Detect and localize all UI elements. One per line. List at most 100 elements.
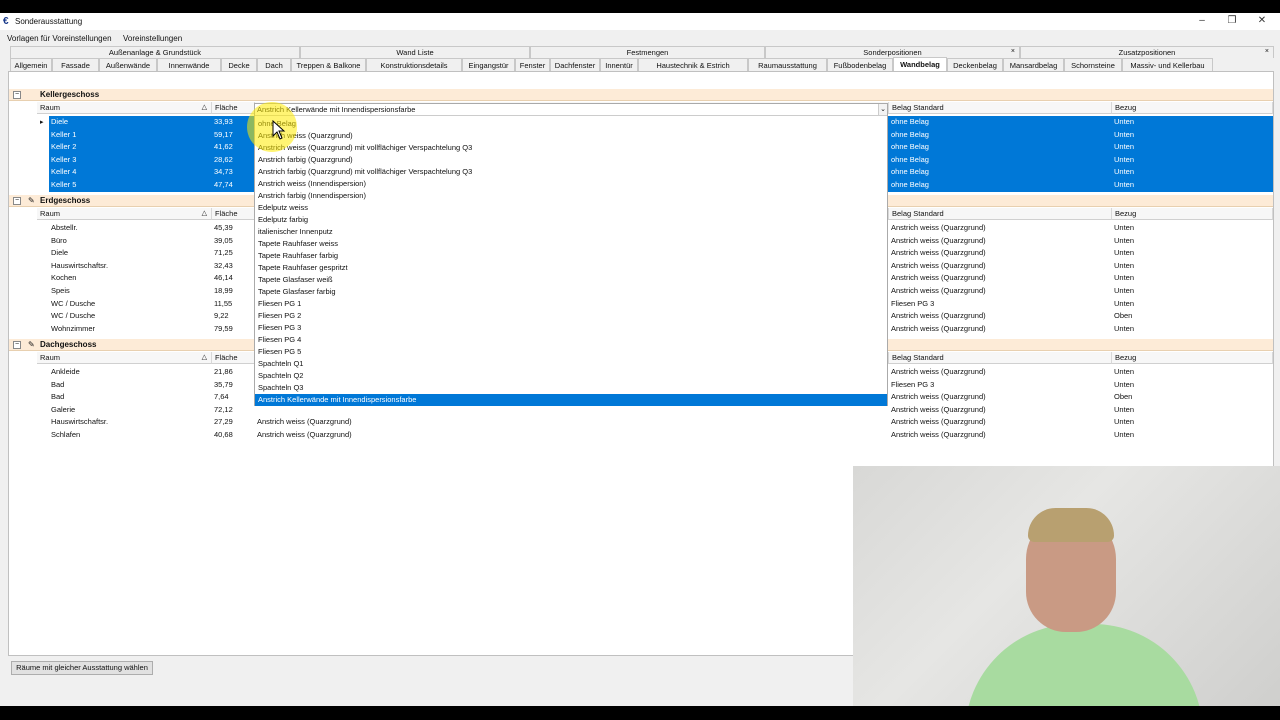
dropdown-option[interactable]: Anstrich weiss (Innendispersion): [255, 178, 887, 190]
cell-standard[interactable]: Anstrich weiss (Quarzgrund): [889, 247, 1112, 260]
cell-bezug[interactable]: Unten: [1112, 416, 1273, 429]
dropdown-option[interactable]: Spachteln Q2: [255, 370, 887, 382]
dropdown-option[interactable]: Anstrich weiss (Quarzgrund): [255, 130, 887, 142]
group-header[interactable]: − Kellergeschoss: [9, 89, 1273, 101]
cell-bezug[interactable]: Unten: [1112, 222, 1273, 235]
cell-flaeche[interactable]: 21,86: [212, 366, 255, 379]
dropdown-option[interactable]: Edelputz weiss: [255, 202, 887, 214]
dropdown-option[interactable]: Anstrich Kellerwände mit Innendispersion…: [255, 394, 887, 406]
select-same-rooms-button[interactable]: Räume mit gleicher Ausstattung wählen: [11, 661, 153, 675]
column-header-flaeche[interactable]: Fläche: [212, 208, 255, 220]
cell-bezug[interactable]: Unten: [1112, 153, 1273, 167]
cell-bezug[interactable]: Unten: [1112, 166, 1273, 179]
dropdown-option[interactable]: Spachteln Q1: [255, 358, 887, 370]
cell-raum[interactable]: Keller 1: [49, 128, 212, 142]
column-header-raum[interactable]: Raum △: [37, 102, 212, 114]
tab-haustechnik-estrich[interactable]: Haustechnik & Estrich: [638, 58, 748, 71]
cell-flaeche[interactable]: 7,64: [212, 391, 255, 404]
column-header-raum[interactable]: Raum △: [37, 208, 212, 220]
cell-bezug[interactable]: Unten: [1112, 179, 1273, 192]
cell-raum[interactable]: Keller 5: [49, 179, 212, 192]
cell-flaeche[interactable]: 40,68: [212, 429, 255, 442]
dropdown-option[interactable]: Tapete Rauhfaser farbig: [255, 250, 887, 262]
tab-wandbelag[interactable]: Wandbelag: [893, 57, 947, 71]
cell-raum[interactable]: Keller 2: [49, 141, 212, 154]
cell-bezug[interactable]: Unten: [1112, 298, 1273, 311]
cell-raum[interactable]: Bad: [49, 391, 212, 404]
dropdown-option[interactable]: Fliesen PG 2: [255, 310, 887, 322]
cell-raum[interactable]: Abstellr.: [49, 222, 212, 235]
cell-bezug[interactable]: Unten: [1112, 235, 1273, 248]
minimize-icon[interactable]: –: [1190, 15, 1214, 28]
cell-bezug[interactable]: Unten: [1112, 272, 1273, 285]
cell-raum[interactable]: Diele: [49, 247, 212, 260]
cell-bezug[interactable]: Unten: [1112, 285, 1273, 298]
tab-konstruktionsdetails[interactable]: Konstruktionsdetails: [366, 58, 462, 71]
cell-standard[interactable]: Anstrich weiss (Quarzgrund): [889, 366, 1112, 379]
column-header-belag-standard[interactable]: Belag Standard: [889, 102, 1112, 114]
cell-raum[interactable]: Diele: [49, 116, 212, 129]
column-header-flaeche[interactable]: Fläche: [212, 102, 255, 114]
cell-standard[interactable]: ohne Belag: [889, 153, 1112, 167]
collapse-icon[interactable]: −: [13, 341, 21, 349]
tab-wand-liste[interactable]: Wand Liste: [300, 46, 530, 58]
cell-raum[interactable]: Wohnzimmer: [49, 323, 212, 336]
cell-standard[interactable]: Anstrich weiss (Quarzgrund): [889, 429, 1112, 442]
dropdown-option[interactable]: Tapete Rauhfaser weiss: [255, 238, 887, 250]
close-icon[interactable]: ✕: [1250, 15, 1274, 28]
menu-voreinstellungen[interactable]: Voreinstellungen: [123, 34, 182, 43]
cell-standard[interactable]: Anstrich weiss (Quarzgrund): [889, 310, 1112, 323]
cell-flaeche[interactable]: 18,99: [212, 285, 255, 298]
cell-raum[interactable]: Keller 4: [49, 166, 212, 179]
tab-innenwände[interactable]: Innenwände: [157, 58, 221, 71]
cell-flaeche[interactable]: 11,55: [212, 298, 255, 311]
cell-flaeche[interactable]: 27,29: [212, 416, 255, 429]
cell-flaeche[interactable]: 47,74: [212, 179, 255, 192]
dropdown-option[interactable]: Tapete Glasfaser farbig: [255, 286, 887, 298]
sort-ascending-icon[interactable]: △: [202, 208, 207, 220]
menu-vorlagen[interactable]: Vorlagen für Voreinstellungen: [7, 34, 112, 43]
cell-standard[interactable]: Anstrich weiss (Quarzgrund): [889, 260, 1112, 273]
close-icon[interactable]: ×: [1265, 46, 1269, 58]
dropdown-option[interactable]: Anstrich farbig (Quarzgrund): [255, 154, 887, 166]
tab-massiv-und-kellerbau[interactable]: Massiv- und Kellerbau: [1122, 58, 1213, 71]
cell-standard[interactable]: ohne Belag: [889, 179, 1112, 192]
column-header-bezug[interactable]: Bezug: [1112, 352, 1273, 364]
cell-raum[interactable]: Büro: [49, 235, 212, 248]
cell-raum[interactable]: Hauswirtschaftsr.: [49, 416, 212, 429]
tab-fassade[interactable]: Fassade: [52, 58, 99, 71]
cell-belag[interactable]: Anstrich weiss (Quarzgrund): [255, 416, 889, 429]
tab-raumausstattung[interactable]: Raumausstattung: [748, 58, 827, 71]
cell-flaeche[interactable]: 72,12: [212, 404, 255, 417]
tab-decke[interactable]: Decke: [221, 58, 257, 71]
dropdown-option[interactable]: Anstrich farbig (Quarzgrund) mit vollflä…: [255, 166, 887, 178]
cell-flaeche[interactable]: 45,39: [212, 222, 255, 235]
cell-flaeche[interactable]: 79,59: [212, 323, 255, 336]
cell-flaeche[interactable]: 35,79: [212, 379, 255, 392]
sort-ascending-icon[interactable]: △: [202, 352, 207, 364]
cell-raum[interactable]: WC / Dusche: [49, 298, 212, 311]
cell-flaeche[interactable]: 71,25: [212, 247, 255, 260]
cell-standard[interactable]: Anstrich weiss (Quarzgrund): [889, 391, 1112, 404]
column-header-flaeche[interactable]: Fläche: [212, 352, 255, 364]
cell-standard[interactable]: Anstrich weiss (Quarzgrund): [889, 416, 1112, 429]
tab-dach[interactable]: Dach: [257, 58, 291, 71]
column-header-belag-standard[interactable]: Belag Standard: [889, 208, 1112, 220]
dropdown-option[interactable]: Anstrich weiss (Quarzgrund) mit vollfläc…: [255, 142, 887, 154]
cell-raum[interactable]: Speis: [49, 285, 212, 298]
tab-innentür[interactable]: Innentür: [600, 58, 638, 71]
cell-standard[interactable]: ohne Belag: [889, 128, 1112, 142]
cell-standard[interactable]: ohne Belag: [889, 116, 1112, 129]
cell-raum[interactable]: Hauswirtschaftsr.: [49, 260, 212, 273]
tab-treppen-balkone[interactable]: Treppen & Balkone: [291, 58, 366, 71]
cell-standard[interactable]: Fliesen PG 3: [889, 298, 1112, 311]
cell-standard[interactable]: Anstrich weiss (Quarzgrund): [889, 285, 1112, 298]
cell-raum[interactable]: Kochen: [49, 272, 212, 285]
cell-bezug[interactable]: Unten: [1112, 141, 1273, 154]
dropdown-option[interactable]: Fliesen PG 4: [255, 334, 887, 346]
cell-bezug[interactable]: Unten: [1112, 404, 1273, 417]
chevron-down-icon[interactable]: ⌄: [878, 104, 887, 115]
cell-raum[interactable]: WC / Dusche: [49, 310, 212, 323]
collapse-icon[interactable]: −: [13, 197, 21, 205]
cell-standard[interactable]: Fliesen PG 3: [889, 379, 1112, 392]
